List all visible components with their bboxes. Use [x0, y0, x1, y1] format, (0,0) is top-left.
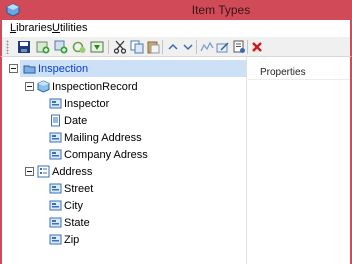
field-icon [49, 217, 62, 228]
tree-node-field[interactable]: State [46, 214, 186, 231]
tree-node-label: City [64, 199, 83, 212]
tree-node-field[interactable]: Company Adress [46, 146, 186, 163]
menu-libraries[interactable]: Libraries [10, 22, 52, 34]
add-icon [36, 41, 50, 54]
properties-icon [233, 40, 245, 53]
add-child-icon [54, 40, 68, 54]
tree-node-label: Address [52, 165, 93, 178]
move-down-button[interactable] [180, 39, 196, 55]
import-button[interactable] [89, 39, 105, 55]
document-icon [51, 114, 60, 127]
menu-bar: Libraries Utilities [0, 20, 352, 37]
collapse-toggle[interactable] [25, 82, 34, 91]
tree-node-label: State [64, 216, 90, 229]
field-icon [49, 200, 62, 211]
rename-icon [200, 41, 214, 52]
library-icon [23, 65, 36, 74]
add-button[interactable] [35, 39, 51, 55]
toolbar-separator [196, 40, 197, 54]
panel-splitter[interactable] [246, 57, 247, 264]
copy-button[interactable] [129, 39, 145, 55]
collapse-toggle[interactable] [25, 167, 34, 176]
save-button[interactable] [16, 39, 32, 55]
cut-icon [113, 40, 127, 54]
edit-button[interactable] [215, 39, 231, 55]
title-bar: Item Types [0, 0, 352, 20]
edit-icon [216, 42, 229, 53]
field-icon [49, 234, 62, 245]
paste-button[interactable] [145, 39, 161, 55]
main-content: Inspection InspectionRecord Inspector Da… [0, 57, 352, 264]
field-icon [49, 132, 62, 143]
move-up-button[interactable] [165, 39, 181, 55]
delete-button[interactable] [249, 39, 265, 55]
tree-node-label: Inspector [64, 97, 110, 110]
tree-node-label: Street [64, 182, 94, 195]
toolbar-grip[interactable] [6, 40, 9, 54]
tree-node-label: Mailing Address [64, 131, 142, 144]
properties-header: Properties [260, 67, 306, 78]
tree-node-field[interactable]: Date [46, 112, 186, 129]
toolbar-separator [162, 40, 163, 54]
cut-button[interactable] [112, 39, 128, 55]
tree-node-inspection-record[interactable]: InspectionRecord [36, 78, 186, 95]
tree-node-inspection[interactable]: Inspection [20, 60, 246, 77]
toolbar [0, 37, 352, 57]
cube-icon [37, 80, 50, 93]
rename-button[interactable] [199, 39, 215, 55]
field-icon [49, 98, 62, 109]
copy-icon [130, 40, 144, 54]
list-icon [37, 165, 50, 178]
toolbar-separator [247, 40, 248, 54]
window-title: Item Types [191, 3, 251, 17]
tree-node-label: Date [64, 114, 88, 127]
tree-node-label: InspectionRecord [52, 80, 138, 93]
paste-icon [147, 41, 160, 54]
refresh-icon [72, 41, 86, 53]
tree-node-field[interactable]: Zip [46, 231, 186, 248]
save-icon [18, 41, 30, 53]
tree-node-field[interactable]: Street [46, 180, 186, 197]
properties-divider [248, 79, 350, 80]
tree-node-field[interactable]: City [46, 197, 186, 214]
menu-utilities[interactable]: Utilities [52, 22, 87, 34]
import-icon [90, 41, 104, 53]
chevron-up-icon [168, 43, 178, 50]
refresh-button[interactable] [71, 39, 87, 55]
field-icon [49, 183, 62, 194]
delete-icon [252, 42, 262, 52]
collapse-toggle[interactable] [9, 64, 18, 73]
toolbar-separator [108, 40, 109, 54]
tree-node-field[interactable]: Inspector [46, 95, 186, 112]
add-child-button[interactable] [53, 39, 69, 55]
tree-node-label: Company Adress [64, 148, 148, 161]
tree-node-field[interactable]: Mailing Address [46, 129, 186, 146]
tree-node-label: Zip [64, 233, 80, 246]
chevron-down-icon [183, 44, 193, 51]
tree-node-label: Inspection [38, 62, 89, 75]
properties-button[interactable] [231, 39, 247, 55]
tree-node-address[interactable]: Address [36, 163, 186, 180]
field-icon [49, 149, 62, 160]
